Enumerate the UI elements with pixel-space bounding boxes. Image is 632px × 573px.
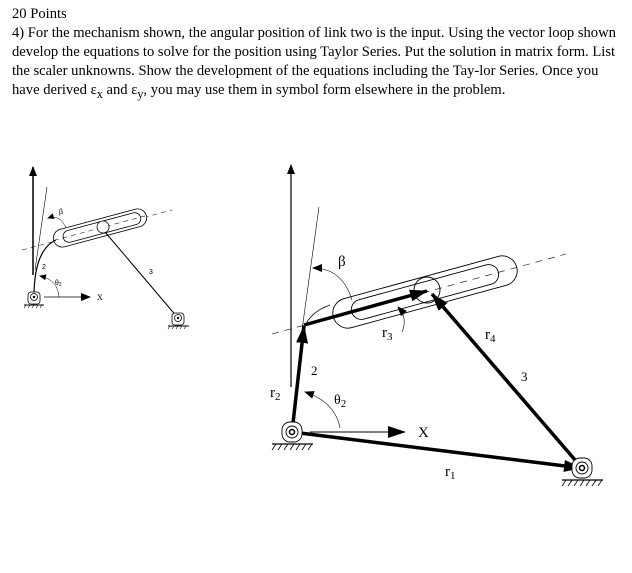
- r2-label: r2: [270, 385, 281, 403]
- beta-label: β: [59, 209, 63, 216]
- vector-r1: [291, 430, 582, 472]
- link3-label: 3: [149, 269, 153, 276]
- link2-label: 2: [311, 363, 318, 378]
- slider-pin: [96, 220, 110, 234]
- r-sub: 1: [450, 470, 456, 482]
- r-sub: 2: [275, 391, 281, 403]
- link2-label: 2: [42, 264, 46, 271]
- r4-label: r4: [485, 327, 496, 345]
- x-axis-label: X: [97, 293, 103, 302]
- small-mechanism-diagram: β 2 θ2 3 X: [21, 166, 189, 330]
- theta2-label: θ2: [55, 280, 62, 288]
- mechanism-figures: β 2 θ2 3 X β r3 r4 3 2 r2 θ2 X r1: [21, 164, 603, 487]
- beta-arc: [47, 213, 67, 229]
- r1-label: r1: [445, 464, 456, 482]
- r-sub: 4: [490, 333, 496, 345]
- r3-angle-arc: [397, 306, 408, 333]
- vector-r4: [430, 292, 584, 470]
- r-sub: 3: [387, 331, 393, 343]
- x-axis-label: X: [418, 425, 429, 441]
- link3-label: 3: [521, 369, 528, 384]
- ground-pivot-o4: [561, 457, 603, 487]
- r3-label: r3: [382, 325, 393, 343]
- beta-arc: [312, 264, 353, 301]
- theta-sub: 2: [59, 282, 62, 288]
- beta-label: β: [338, 254, 346, 270]
- ground-pivot-o4: [167, 312, 189, 330]
- vector-r2: [290, 325, 309, 433]
- theta-sub: 2: [341, 398, 347, 410]
- link-3: [104, 231, 179, 319]
- ground-pivot-o2: [23, 291, 44, 309]
- reference-line: [34, 186, 48, 271]
- large-mechanism-diagram: β r3 r4 3 2 r2 θ2 X r1: [270, 164, 603, 487]
- theta2-label: θ2: [334, 393, 346, 410]
- ground-pivot-o2: [271, 421, 313, 451]
